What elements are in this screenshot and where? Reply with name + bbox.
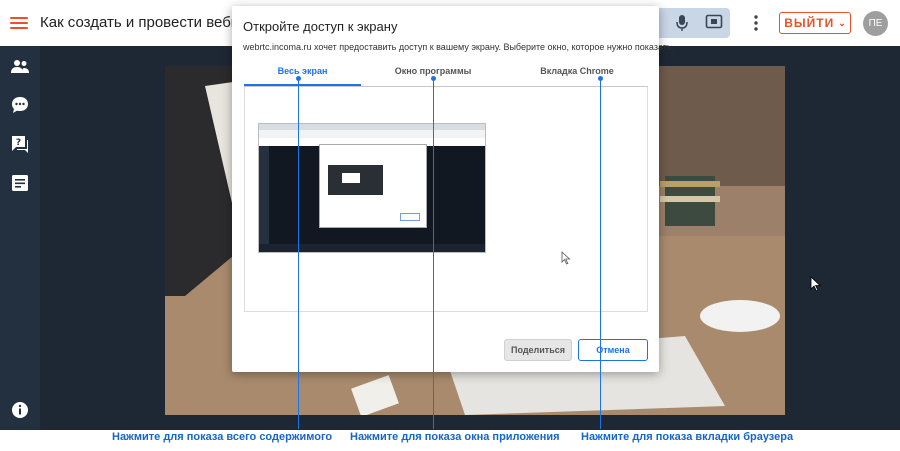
source-selection-panel bbox=[244, 86, 648, 312]
info-icon[interactable] bbox=[10, 400, 30, 420]
tab-chrome-tab[interactable]: Вкладка Chrome bbox=[518, 65, 636, 85]
annotation-line-entire-screen bbox=[298, 80, 299, 429]
more-options-icon[interactable] bbox=[750, 14, 762, 32]
screen-thumbnail[interactable] bbox=[258, 123, 486, 253]
annotation-caption-application-window: Нажмите для показа окна приложения bbox=[350, 431, 560, 443]
questions-icon[interactable]: ? bbox=[10, 134, 30, 154]
annotation-caption-chrome-tab: Нажмите для показа вкладки браузера bbox=[581, 431, 794, 443]
sidebar: ? bbox=[0, 46, 40, 430]
exit-button[interactable]: ВЫЙТИ ⌄ bbox=[779, 12, 851, 34]
share-button[interactable]: Поделиться bbox=[504, 339, 572, 361]
svg-text:?: ? bbox=[16, 138, 21, 148]
avatar[interactable]: ПЕ bbox=[863, 11, 888, 36]
chevron-down-icon: ⌄ bbox=[838, 17, 846, 28]
tab-entire-screen[interactable]: Весь экран bbox=[244, 65, 361, 86]
notes-icon[interactable] bbox=[10, 173, 30, 193]
chat-icon[interactable] bbox=[10, 95, 30, 115]
participants-icon[interactable] bbox=[10, 57, 30, 77]
pointer-cursor-icon bbox=[561, 251, 571, 265]
dialog-title: Откройте доступ к экрану bbox=[243, 19, 398, 34]
annotation-line-application-window bbox=[433, 80, 434, 429]
dialog-description: webrtc.incoma.ru хочет предоставить дост… bbox=[243, 42, 675, 52]
annotation-line-chrome-tab bbox=[600, 80, 601, 429]
microphone-icon[interactable] bbox=[675, 14, 689, 32]
annotation-caption-entire-screen: Нажмите для показа всего содержимого bbox=[112, 431, 333, 443]
screen-share-icon[interactable] bbox=[705, 13, 723, 31]
cancel-button[interactable]: Отмена bbox=[578, 339, 648, 361]
exit-button-label: ВЫЙТИ bbox=[784, 16, 835, 30]
menu-icon[interactable] bbox=[10, 14, 28, 32]
mouse-cursor-icon bbox=[810, 276, 822, 292]
screen-share-dialog: Откройте доступ к экрану webrtc.incoma.r… bbox=[232, 6, 674, 372]
